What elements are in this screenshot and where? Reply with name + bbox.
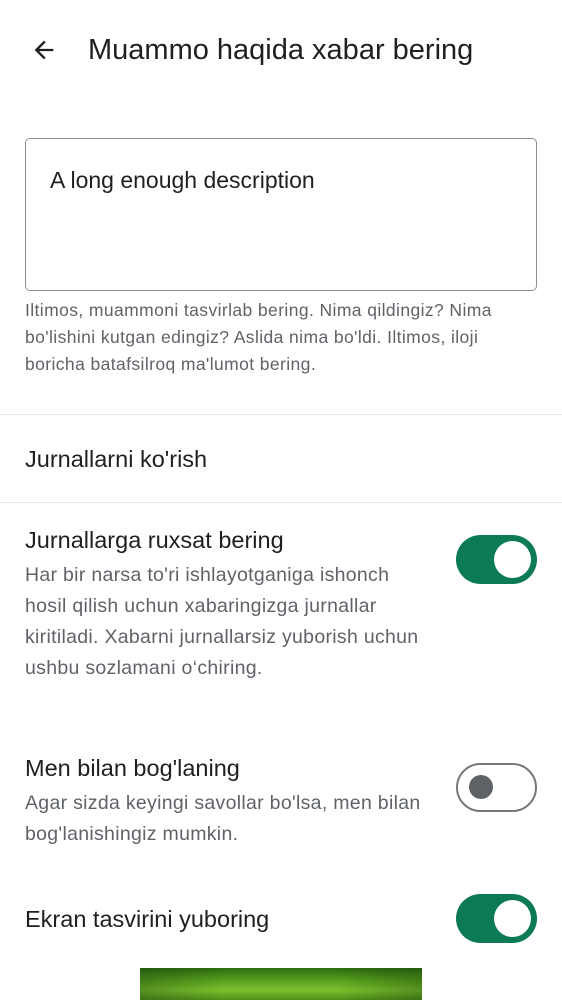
setting-subtitle: Har bir narsa to'ri ishlayotganiga ishon… — [25, 564, 419, 679]
app-bar: Muammo haqida xabar bering — [0, 0, 562, 100]
arrow-back-icon — [34, 40, 54, 60]
screenshot-preview[interactable] — [140, 968, 422, 1000]
setting-title: Jurnallarga ruxsat bering — [25, 527, 284, 553]
setting-title: Ekran tasvirini yuboring — [25, 906, 270, 932]
contact-me-toggle[interactable] — [456, 763, 537, 812]
description-input-value: A long enough description — [50, 167, 315, 193]
toggle-knob — [494, 900, 531, 937]
description-helper-text: Iltimos, muammoni tasvirlab bering. Nima… — [25, 300, 492, 374]
back-button[interactable] — [24, 30, 64, 70]
view-logs-row[interactable]: Jurnallarni ko'rish — [0, 415, 562, 503]
toggle-knob — [469, 775, 493, 799]
description-input[interactable]: A long enough description — [25, 138, 537, 291]
setting-subtitle: Agar sizda keyingi savollar bo'lsa, men … — [25, 792, 421, 845]
view-logs-label: Jurnallarni ko'rish — [25, 446, 208, 472]
toggle-knob — [494, 541, 531, 578]
divider — [0, 502, 562, 503]
screenshot-preview-image — [140, 968, 422, 1000]
page-title: Muammo haqida xabar bering — [88, 34, 474, 66]
include-logs-toggle[interactable] — [456, 535, 537, 584]
setting-title: Men bilan bog'laning — [25, 755, 240, 781]
send-screenshot-toggle[interactable] — [456, 894, 537, 943]
